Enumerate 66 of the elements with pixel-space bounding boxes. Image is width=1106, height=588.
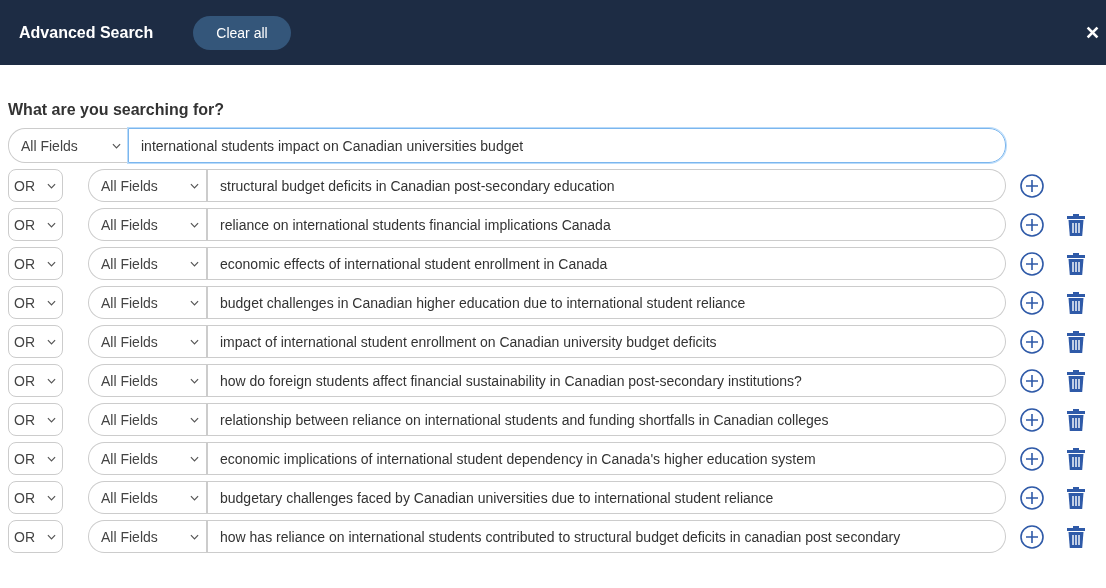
operator-dropdown[interactable]: OR bbox=[8, 481, 63, 514]
operator-dropdown[interactable]: OR bbox=[8, 442, 63, 475]
field-dropdown[interactable]: All Fields bbox=[88, 364, 208, 397]
caret-icon bbox=[47, 377, 56, 384]
caret-icon bbox=[190, 377, 199, 384]
operator-dropdown[interactable]: OR bbox=[8, 364, 63, 397]
delete-row-icon[interactable] bbox=[1066, 329, 1086, 354]
add-row-icon[interactable] bbox=[1020, 485, 1044, 510]
caret-icon bbox=[190, 338, 199, 345]
field-dropdown[interactable]: All Fields bbox=[8, 128, 128, 163]
caret-icon bbox=[47, 494, 56, 501]
delete-row-icon[interactable] bbox=[1066, 446, 1086, 471]
add-row-icon[interactable] bbox=[1020, 251, 1044, 276]
caret-icon bbox=[190, 182, 199, 189]
caret-icon bbox=[47, 455, 56, 462]
search-prompt: What are you searching for? bbox=[8, 101, 226, 119]
caret-icon bbox=[190, 221, 199, 228]
field-dropdown[interactable]: All Fields bbox=[88, 247, 208, 280]
operator-dropdown[interactable]: OR bbox=[8, 208, 63, 241]
operator-dropdown[interactable]: OR bbox=[8, 247, 63, 280]
field-dropdown[interactable]: All Fields bbox=[88, 325, 208, 358]
add-row-icon[interactable] bbox=[1020, 368, 1044, 393]
delete-row-icon[interactable] bbox=[1066, 212, 1086, 237]
delete-row-icon[interactable] bbox=[1066, 368, 1086, 393]
caret-icon bbox=[47, 533, 56, 540]
caret-icon bbox=[190, 533, 199, 540]
caret-icon bbox=[47, 260, 56, 267]
delete-row-icon[interactable] bbox=[1066, 251, 1086, 276]
field-dropdown[interactable]: All Fields bbox=[88, 169, 208, 202]
caret-icon bbox=[190, 299, 199, 306]
caret-icon bbox=[112, 142, 121, 149]
close-button[interactable]: ✕ bbox=[1081, 21, 1104, 44]
caret-icon bbox=[190, 416, 199, 423]
add-row-icon[interactable] bbox=[1020, 212, 1044, 237]
dialog-title: Advanced Search bbox=[19, 23, 154, 42]
add-row-icon[interactable] bbox=[1020, 329, 1044, 354]
field-dropdown[interactable]: All Fields bbox=[88, 442, 208, 475]
caret-icon bbox=[190, 494, 199, 501]
add-row-icon[interactable] bbox=[1020, 524, 1044, 549]
search-term-field[interactable]: international students impact on Canadian universities budget bbox=[128, 128, 1006, 163]
field-dropdown[interactable]: All Fields bbox=[88, 520, 208, 553]
delete-row-icon[interactable] bbox=[1066, 407, 1086, 432]
delete-row-icon[interactable] bbox=[1066, 524, 1086, 549]
field-dropdown[interactable]: All Fields bbox=[88, 403, 208, 436]
caret-icon bbox=[47, 182, 56, 189]
field-dropdown[interactable]: All Fields bbox=[88, 286, 208, 319]
caret-icon bbox=[47, 221, 56, 228]
field-dropdown[interactable]: All Fields bbox=[88, 481, 208, 514]
add-row-icon[interactable] bbox=[1020, 290, 1044, 315]
caret-icon bbox=[47, 299, 56, 306]
caret-icon bbox=[190, 455, 199, 462]
operator-dropdown[interactable]: OR bbox=[8, 325, 63, 358]
delete-row-icon[interactable] bbox=[1066, 290, 1086, 315]
add-row-icon[interactable] bbox=[1020, 173, 1044, 198]
operator-dropdown[interactable]: OR bbox=[8, 286, 63, 319]
caret-icon bbox=[47, 338, 56, 345]
clear-all-button[interactable]: Clear all bbox=[193, 15, 291, 50]
add-row-icon[interactable] bbox=[1020, 407, 1044, 432]
operator-dropdown[interactable]: OR bbox=[8, 403, 63, 436]
caret-icon bbox=[190, 260, 199, 267]
caret-icon bbox=[47, 416, 56, 423]
delete-row-icon[interactable] bbox=[1066, 485, 1086, 510]
operator-dropdown[interactable]: OR bbox=[8, 520, 63, 553]
add-row-icon[interactable] bbox=[1020, 446, 1044, 471]
operator-dropdown[interactable]: OR bbox=[8, 169, 63, 202]
field-dropdown[interactable]: All Fields bbox=[88, 208, 208, 241]
